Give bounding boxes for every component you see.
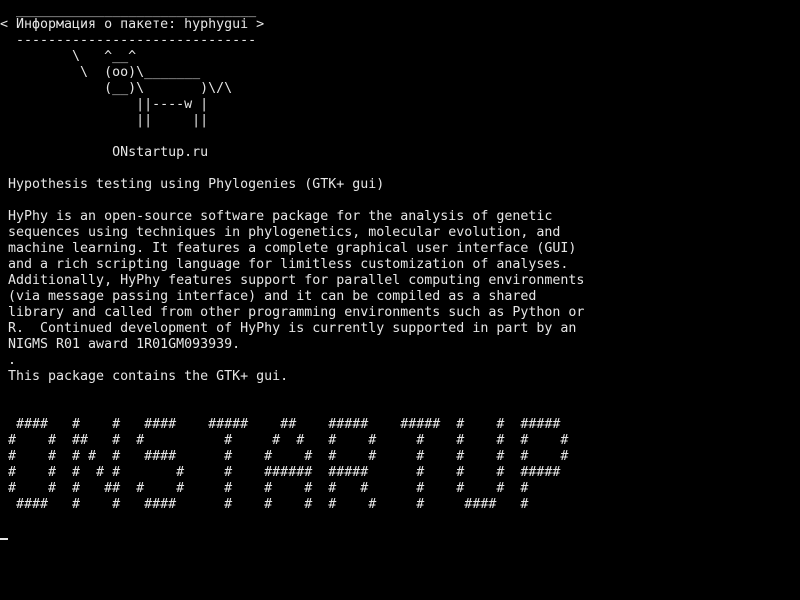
terminal-screen: ______________________________ < Информа… [0, 0, 800, 600]
cow-ascii-line: \ (oo)\_______ [8, 65, 201, 80]
cowsay-border-bottom: ------------------------------ [8, 33, 257, 48]
description-line: library and called from other programmin… [8, 305, 585, 320]
description-line: (via message passing interface) and it c… [8, 289, 537, 304]
cow-ascii-line: (__)\ )\/\ [8, 81, 233, 96]
cow-ascii-line: ||----w | [8, 97, 209, 112]
text-cursor[interactable] [0, 538, 8, 540]
description-line: NIGMS R01 award 1R01GM093939. [8, 337, 241, 352]
ascii-banner-line: # # # ## # # # # # # # # # # # [8, 481, 529, 496]
ascii-banner-line: #### # # #### ##### ## ##### ##### # # #… [8, 417, 561, 432]
ascii-banner-line: # # ## # # # # # # # # # # # # [8, 433, 569, 448]
description-line: R. Continued development of HyPhy is cur… [8, 321, 577, 336]
cow-ascii-line: \ ^__^ [8, 49, 137, 64]
ascii-banner-line: # # # # # #### # # # # # # # # # # [8, 449, 569, 464]
description-line: machine learning. It features a complete… [8, 241, 577, 256]
cowsay-message: < Информация о пакете: hyphygui > [0, 17, 265, 32]
description-line: Additionally, HyPhy features support for… [8, 273, 585, 288]
site-label: ONstartup.ru [8, 145, 209, 160]
cow-ascii-line: || || [8, 113, 209, 128]
ascii-banner-line: #### # # #### # # # # # # #### # [8, 497, 529, 512]
description-line: and a rich scripting language for limitl… [8, 257, 569, 272]
ascii-banner-line: # # # # # # # ###### ##### # # # ##### [8, 465, 561, 480]
description-line: HyPhy is an open-source software package… [8, 209, 553, 224]
description-line: sequences using techniques in phylogenet… [8, 225, 561, 240]
description-line: . [8, 353, 17, 368]
description-line: This package contains the GTK+ gui. [8, 369, 289, 384]
package-summary: Hypothesis testing using Phylogenies (GT… [8, 177, 385, 192]
